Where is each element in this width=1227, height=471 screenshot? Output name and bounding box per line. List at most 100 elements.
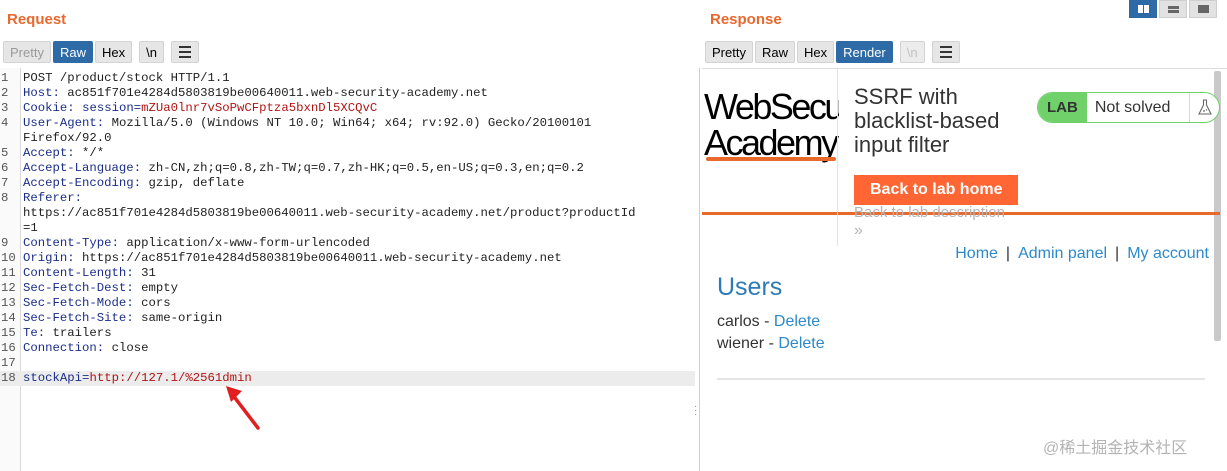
tab-raw[interactable]: Raw (52, 41, 93, 63)
header-name: Cookie (23, 101, 68, 115)
user-row: carlos - Delete (717, 313, 820, 331)
syntax-punctuation: : (67, 146, 75, 160)
pane-splitter-handle[interactable]: · · · (694, 402, 700, 420)
code-line: 16 Connection: close (0, 341, 695, 356)
header-name: Content-Length (23, 266, 127, 280)
header-value: 31 (133, 266, 156, 280)
tab-raw[interactable]: Raw (754, 41, 795, 63)
header-name: Accept (23, 146, 68, 160)
tab-pretty[interactable]: Pretty (3, 41, 51, 63)
nav-admin-panel-link[interactable]: Admin panel (1018, 245, 1107, 262)
syntax-punctuation: : (67, 251, 75, 265)
header-value: zh-CN,zh;q=0.8,zh-TW;q=0.7,zh-HK;q=0.5,e… (141, 161, 584, 175)
code-line: 6 Accept-Language: zh-CN,zh;q=0.8,zh-TW;q… (0, 161, 695, 176)
header-value: ac851f701e4284d5803819be00640011.web-sec… (59, 86, 488, 100)
tab-hex[interactable]: Hex (94, 41, 133, 63)
user-row: wiener - Delete (717, 335, 825, 353)
code-line: 12 Sec-Fetch-Dest: empty (0, 281, 695, 296)
back-to-lab-description-link[interactable]: Back to lab description (854, 204, 1005, 221)
lab-badge: LAB (1038, 93, 1087, 122)
response-tabbar: Pretty Raw Hex Render \n (705, 41, 960, 63)
delete-user-link[interactable]: Delete (774, 313, 820, 330)
header-name: Te (23, 326, 38, 340)
header-line: Te: trailers (23, 326, 112, 341)
rendered-page: WebSecu Academy SSRF with blacklist-base… (702, 68, 1227, 471)
layout-stacked-button[interactable] (1159, 0, 1187, 18)
delete-user-link[interactable]: Delete (778, 335, 824, 352)
user-separator: - (759, 313, 774, 330)
tab-newline-toggle[interactable]: \n (139, 41, 164, 63)
header-value: application/x-www-form-urlencoded (118, 236, 370, 250)
header-value: close (104, 341, 149, 355)
user-name: carlos (717, 313, 760, 330)
syntax-punctuation: : (133, 176, 142, 190)
header-name: Referer (23, 191, 75, 205)
header-value: same-origin (133, 311, 223, 325)
layout-single-button[interactable] (1189, 0, 1217, 18)
code-line: 1 POST /product/stock HTTP/1.1 (0, 71, 695, 86)
logo-swoosh (706, 157, 836, 161)
lab-header: SSRF with blacklist-based input filter B… (837, 69, 1032, 246)
back-to-lab-home-button[interactable]: Back to lab home (854, 175, 1019, 205)
columns-icon (1137, 5, 1149, 13)
header-line: Origin: https://ac851f701e4284d5803819be… (23, 251, 562, 266)
nav-my-account-link[interactable]: My account (1127, 245, 1209, 262)
header-line: Sec-Fetch-Mode: cors (23, 296, 171, 311)
line-number: 15 (1, 326, 16, 340)
header-name: Origin (23, 251, 68, 265)
body-param-line: stockApi=http://127.1/%2561dmin (23, 371, 252, 386)
syntax-punctuation: : (111, 236, 119, 250)
request-menu-button[interactable] (170, 41, 199, 63)
layout-toggle-group (1129, 0, 1217, 18)
response-title: Response (710, 11, 782, 28)
syntax-punctuation: : (126, 311, 134, 325)
code-line: 3 Cookie: session=mZUa0lnr7vSoPwCFptza5bx… (0, 101, 695, 116)
lab-status-widget: LAB Not solved (1037, 92, 1220, 123)
syntax-punctuation: : (52, 86, 60, 100)
response-menu-button[interactable] (931, 41, 960, 63)
content-divider (717, 378, 1205, 380)
header-name: Content-Type (23, 236, 112, 250)
header-name: User-Agent (23, 116, 97, 130)
header-line: Referer: (23, 191, 82, 206)
code-line: 17 (0, 356, 695, 371)
request-editor[interactable]: 1 POST /product/stock HTTP/1.1 2 Host: ac85… (0, 68, 700, 471)
header-value: gzip, deflate (141, 176, 245, 190)
line-number: 7 (1, 176, 9, 190)
tab-hex[interactable]: Hex (796, 41, 835, 63)
raw-text-line: Firefox/92.0 (23, 131, 112, 145)
layout-side-by-side-button[interactable] (1129, 0, 1157, 18)
header-line: Cookie: session=mZUa0lnr7vSoPwCFptza5bxn… (23, 101, 377, 116)
raw-text-line: POST /product/stock HTTP/1.1 (23, 71, 230, 85)
header-line: Host: ac851f701e4284d5803819be00640011.w… (23, 86, 488, 101)
tab-render[interactable]: Render (836, 41, 893, 63)
header-value: https://ac851f701e4284d5803819be00640011… (74, 251, 562, 265)
line-number: 8 (1, 191, 9, 205)
line-number: 14 (1, 311, 16, 325)
header-line: Content-Length: 31 (23, 266, 156, 281)
line-number: 4 (1, 116, 9, 130)
nav-home-link[interactable]: Home (955, 245, 998, 262)
hamburger-icon (939, 45, 952, 60)
syntax-punctuation: : (74, 191, 83, 205)
code-line: 11 Content-Length: 31 (0, 266, 695, 281)
code-line: 14 Sec-Fetch-Site: same-origin (0, 311, 695, 326)
rows-icon (1167, 5, 1179, 13)
header-line: Content-Type: application/x-www-form-url… (23, 236, 370, 251)
line-number: 17 (1, 356, 16, 370)
header-line: User-Agent: Mozilla/5.0 (Windows NT 10.0… (23, 116, 591, 131)
line-number: 13 (1, 296, 16, 310)
code-line: 4 User-Agent: Mozilla/5.0 (Windows NT 10.… (0, 116, 695, 131)
raw-text-line: =1 (23, 221, 38, 235)
header-name: Sec-Fetch-Site (23, 311, 127, 325)
code-line: 18 stockApi=http://127.1/%2561dmin (0, 371, 695, 386)
header-name: Accept-Language (23, 161, 134, 175)
code-line: =1 (0, 221, 695, 236)
code-line: 8 Referer: (0, 191, 695, 206)
tab-newline-toggle: \n (899, 41, 925, 63)
lab-title: SSRF with blacklist-based input filter (854, 84, 1000, 157)
header-line: Sec-Fetch-Site: same-origin (23, 311, 222, 326)
top-navigation: Home | Admin panel | My account (955, 245, 1209, 263)
param-name: stockApi (23, 371, 83, 385)
tab-pretty[interactable]: Pretty (705, 41, 753, 63)
